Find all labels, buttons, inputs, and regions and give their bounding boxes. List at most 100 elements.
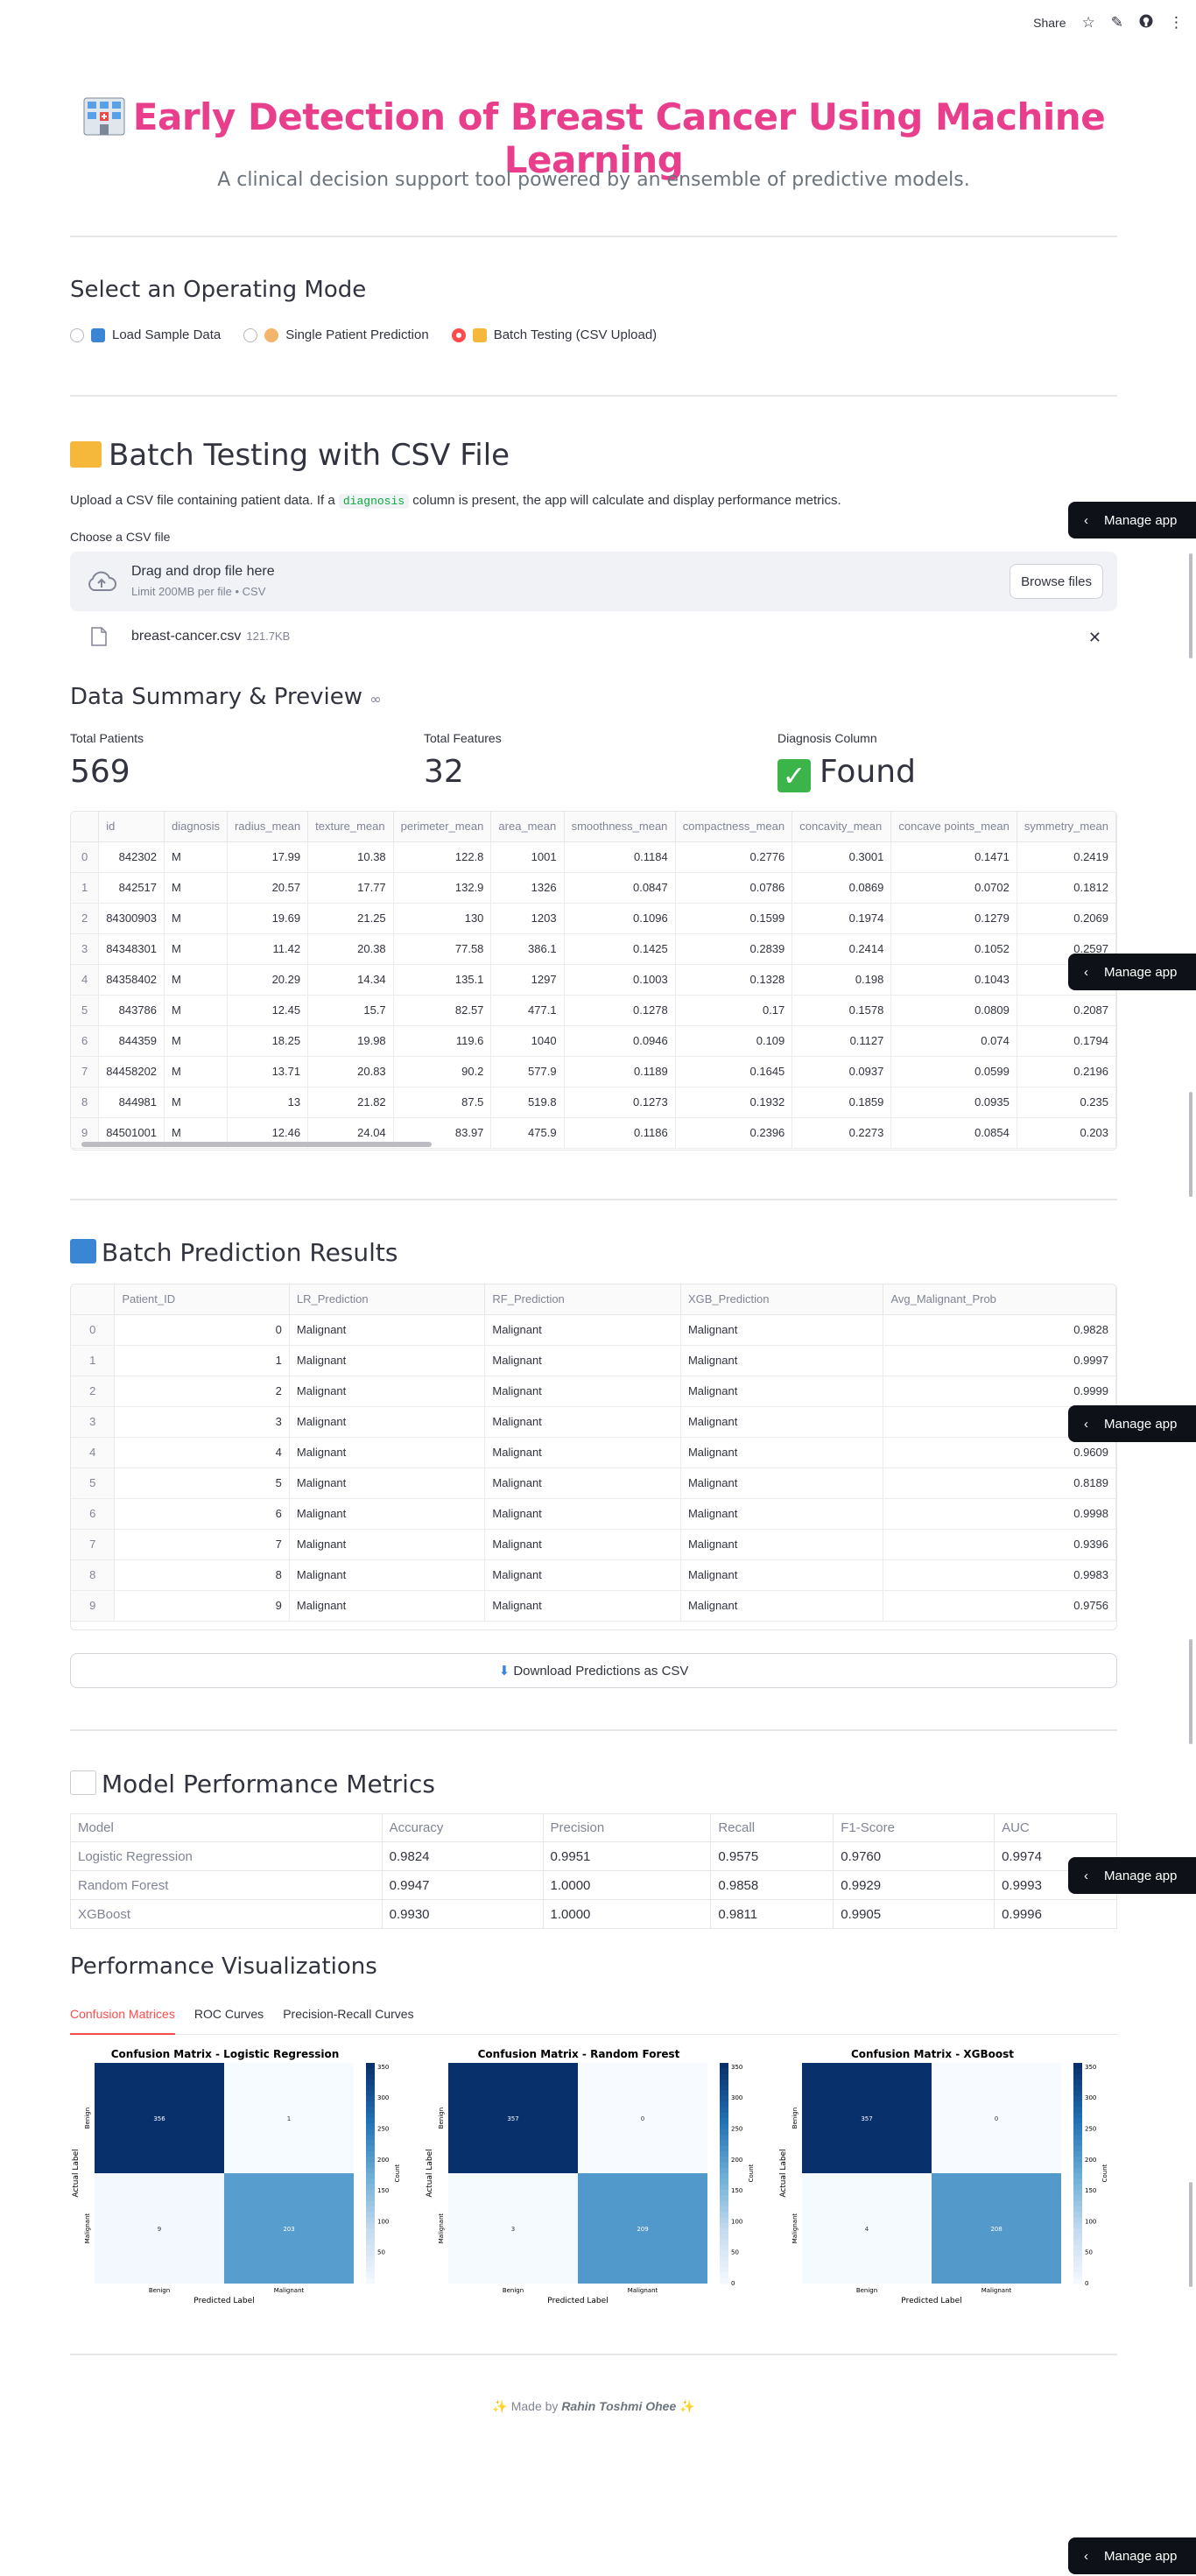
colorbar-tick-label: 300	[377, 2094, 389, 2101]
column-header[interactable]: smoothness_mean	[564, 812, 676, 842]
colorbar-segment	[366, 2129, 375, 2136]
column-header[interactable]: texture_mean	[307, 812, 394, 842]
table-row[interactable]: 0 0 Malignant Malignant Malignant 0.9828	[71, 1314, 1116, 1346]
colorbar-segment	[366, 2150, 375, 2157]
table-cell: 0.2273	[791, 1117, 892, 1149]
column-header: Recall	[710, 1813, 834, 1842]
manage-app-button[interactable]: ‹ Manage app	[1068, 1857, 1196, 1894]
table-row[interactable]: 5 843786 M 12.45 15.7 82.57 477.1 0.1278 0.17 0.1…	[71, 995, 1116, 1026]
more-menu-icon[interactable]: ⋮	[1169, 15, 1184, 30]
table-row[interactable]: 6 6 Malignant Malignant Malignant 0.9998	[71, 1498, 1116, 1530]
confusion-matrix-svg: Confusion Matrix - Logistic Regression 35…	[72, 2048, 401, 2305]
manage-app-button[interactable]: ‹ Manage app	[1068, 502, 1196, 538]
table-cell: M	[164, 872, 228, 904]
column-header[interactable]: compactness_mean	[675, 812, 793, 842]
edit-icon[interactable]: ✎	[1111, 15, 1123, 30]
table-cell: 0.1599	[675, 903, 793, 934]
table-row[interactable]: 8 844981 M 13 21.82 87.5 519.8 0.1273 0.1932 0.18…	[71, 1087, 1116, 1118]
colorbar-tick-label: 300	[731, 2094, 742, 2101]
table-cell: M	[164, 1087, 228, 1118]
table-row[interactable]: 1 842517 M 20.57 17.77 132.9 1326 0.0847 0.0786 0…	[71, 872, 1116, 904]
column-header[interactable]: perimeter_mean	[393, 812, 492, 842]
table-row[interactable]: 5 5 Malignant Malignant Malignant 0.8189	[71, 1467, 1116, 1499]
remove-file-icon[interactable]: ✕	[1088, 629, 1101, 647]
column-header[interactable]: Avg_Malignant_Prob	[883, 1284, 1116, 1315]
table-row[interactable]: 9 9 Malignant Malignant Malignant 0.9756	[71, 1590, 1116, 1622]
table-row[interactable]: 1 1 Malignant Malignant Malignant 0.9997	[71, 1345, 1116, 1376]
table-row[interactable]: 4 84358402 M 20.29 14.34 135.1 1297 0.1003 0.132…	[71, 964, 1116, 996]
table-row[interactable]: 7 84458202 M 13.71 20.83 90.2 577.9 0.1189 0.164…	[71, 1056, 1116, 1087]
vertical-scrollbar[interactable]	[1189, 553, 1192, 658]
colorbar-segment	[1073, 2250, 1082, 2256]
table-cell: 0.2196	[1017, 1056, 1116, 1087]
colorbar-segment	[366, 2277, 375, 2284]
colorbar-segment	[1073, 2217, 1082, 2224]
manage-app-button[interactable]: ‹ Manage app	[1068, 2537, 1196, 2574]
column-header[interactable]: LR_Prediction	[289, 1284, 486, 1315]
tab-confusion-matrices[interactable]: Confusion Matrices	[70, 2003, 175, 2035]
table-row[interactable]: 2 84300903 M 19.69 21.25 130 1203 0.1096 0.1599 0…	[71, 903, 1116, 934]
download-predictions-button[interactable]: ⬇ Download Predictions as CSV	[70, 1653, 1117, 1688]
predictions-table[interactable]: Patient_ID LR_Prediction RF_Prediction XGB_…	[70, 1284, 1117, 1630]
colorbar-tick-label: 0	[1085, 2280, 1088, 2287]
tab-roc-curves[interactable]: ROC Curves	[194, 2003, 264, 2035]
cell-value-label: 357	[507, 2115, 518, 2122]
table-row[interactable]: 0 842302 M 17.99 10.38 122.8 1001 0.1184 0.2776 0…	[71, 841, 1116, 873]
data-preview-table[interactable]: id diagnosis radius_mean texture_mean perime…	[70, 811, 1117, 1151]
column-header[interactable]: XGB_Prediction	[680, 1284, 884, 1315]
colorbar-segment	[720, 2277, 728, 2284]
table-row[interactable]: 7 7 Malignant Malignant Malignant 0.9396	[71, 1529, 1116, 1560]
column-header[interactable]: radius_mean	[227, 812, 309, 842]
star-icon[interactable]: ☆	[1082, 15, 1095, 30]
tab-precision-recall-curves[interactable]: Precision-Recall Curves	[283, 2003, 413, 2035]
mode-option-single[interactable]: Single Patient Prediction	[243, 327, 429, 342]
column-header[interactable]: symmetry_mean	[1017, 812, 1116, 842]
vertical-scrollbar[interactable]	[1189, 1639, 1192, 1744]
batch-heading-text: Batch Testing with CSV File	[109, 438, 510, 473]
radio-selected[interactable]	[451, 327, 466, 342]
radio-unselected[interactable]	[70, 327, 84, 342]
table-cell: Malignant	[289, 1590, 486, 1622]
column-header[interactable]: area_mean	[490, 812, 565, 842]
manage-app-button[interactable]: ‹ Manage app	[1068, 954, 1196, 990]
colorbar-tick-label: 100	[731, 2218, 742, 2225]
github-icon[interactable]	[1139, 14, 1153, 31]
table-row[interactable]: 33MalignantMalignantMalignant0.9978	[71, 1406, 1116, 1438]
table-row[interactable]: 6 844359 M 18.25 19.98 119.6 1040 0.0946 0.109 0.…	[71, 1025, 1116, 1057]
drag-drop-text: Drag and drop file here	[131, 564, 275, 579]
link-icon[interactable]: ∞	[369, 691, 381, 707]
horizontal-scrollbar[interactable]	[81, 1142, 432, 1147]
column-header: Precision	[542, 1813, 712, 1842]
vertical-scrollbar[interactable]	[1189, 1092, 1192, 1197]
column-header[interactable]	[71, 1284, 116, 1315]
manage-app-button[interactable]: ‹ Manage app	[1068, 1405, 1196, 1442]
column-header: Model	[70, 1813, 383, 1842]
vertical-scrollbar[interactable]	[1189, 2182, 1192, 2287]
column-header[interactable]: Patient_ID	[114, 1284, 290, 1315]
share-button[interactable]: Share	[1033, 16, 1066, 30]
results-heading: Batch Prediction Results	[70, 1238, 398, 1267]
table-row[interactable]: 3 84348301 M 11.42 20.38 77.58 386.1 0.1425 0.28…	[71, 933, 1116, 965]
mode-option-batch[interactable]: Batch Testing (CSV Upload)	[451, 327, 657, 342]
table-row[interactable]: 4 4 Malignant Malignant Malignant 0.9609	[71, 1437, 1116, 1468]
table-row[interactable]: 8 8 Malignant Malignant Malignant 0.9983	[71, 1559, 1116, 1591]
file-dropzone[interactable]: Drag and drop file here Limit 200MB per …	[70, 552, 1117, 611]
column-header[interactable]: RF_Prediction	[484, 1284, 681, 1315]
column-header[interactable]: diagnosis	[164, 812, 228, 842]
radio-unselected[interactable]	[243, 327, 258, 342]
table-cell: 477.1	[490, 995, 565, 1026]
colorbar-segment	[366, 2123, 375, 2130]
divider	[70, 395, 1117, 397]
colorbar-segment	[720, 2189, 728, 2196]
colorbar-segment	[720, 2222, 728, 2229]
browse-files-button[interactable]: Browse files	[1010, 564, 1103, 599]
mode-option-sample[interactable]: Load Sample Data	[70, 327, 221, 342]
colorbar-tick-label: 200	[1085, 2157, 1096, 2164]
column-header[interactable]: concave points_mean	[890, 812, 1017, 842]
cell-value-label: 0	[641, 2115, 644, 2122]
table-row[interactable]: 2 2 Malignant Malignant Malignant 0.9999	[71, 1376, 1116, 1407]
column-header[interactable]: concavity_mean	[791, 812, 892, 842]
x-tick-label: Malignant	[274, 2287, 305, 2294]
column-header[interactable]	[71, 812, 100, 842]
column-header[interactable]: id	[98, 812, 165, 842]
